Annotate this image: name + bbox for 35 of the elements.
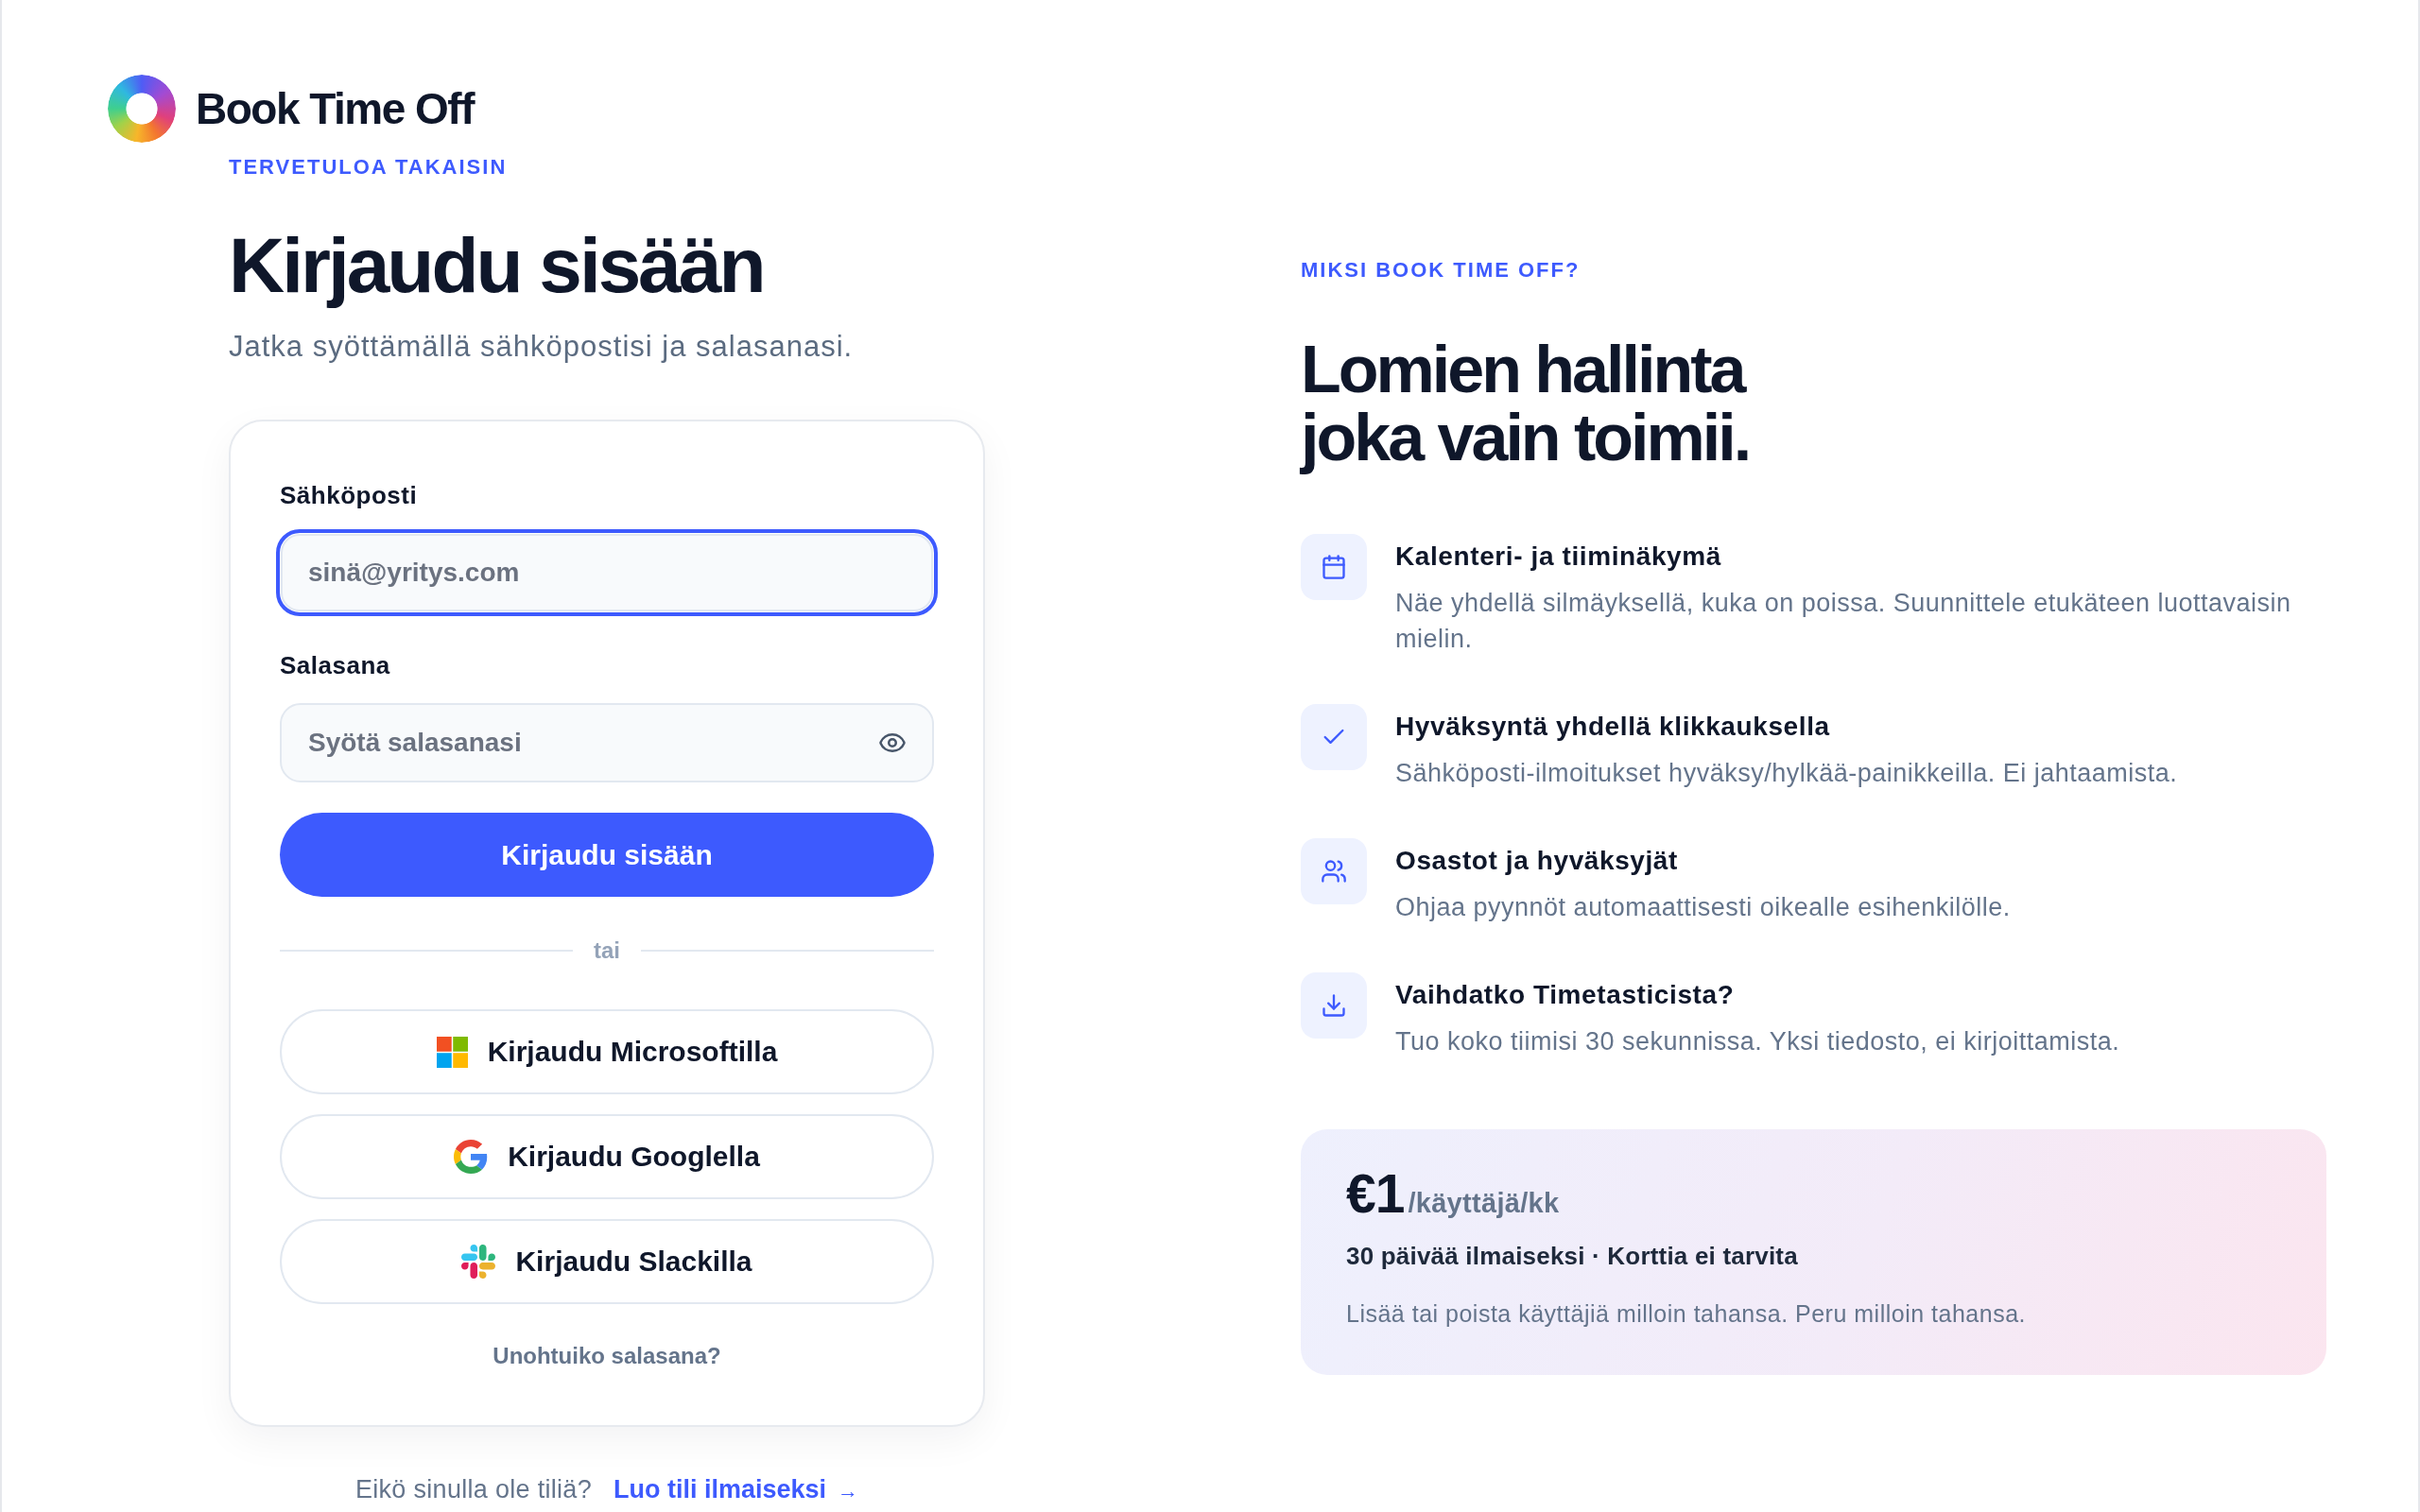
provider-sign-in-button[interactable]: Kirjaudu Microsoftilla: [280, 1009, 934, 1094]
signup-link[interactable]: Luo tili ilmaiseksi →: [614, 1473, 859, 1507]
field-label: Sähköposti: [280, 480, 418, 510]
forgot-password-link[interactable]: Unohtuiko salasana?: [493, 1342, 721, 1370]
slack-logo-icon: [461, 1245, 496, 1279]
signup-prompt: Eikö sinulla ole tiliä?: [354, 1474, 592, 1505]
pricing-headline: 30 päivää ilmaiseksi · Korttia ei tarvita: [1346, 1241, 1798, 1271]
feature-title: Kalenteri- ja tiiminäkymä: [1395, 541, 1721, 573]
eyebrow-label: TERVETULOA TAKAISIN: [229, 155, 508, 180]
provider-sign-in-button[interactable]: Kirjaudu Googlella: [280, 1114, 934, 1199]
field-label: Salasana: [280, 650, 390, 680]
page-subtitle: Jatka syöttämällä sähköpostisi ja salasanasi.: [229, 330, 854, 364]
price-unit: /käyttäjä/kk: [1408, 1188, 1560, 1219]
feature-title: Osastot ja hyväksyjät: [1395, 845, 1678, 877]
feature-title: Hyväksyntä yhdellä klikkauksella: [1395, 711, 1830, 743]
pricing-note: Lisää tai poista käyttäjiä milloin tahansa. Peru milloin tahansa.: [1346, 1299, 2026, 1328]
brand-name: Book Time Off: [196, 87, 474, 130]
users-icon: [1301, 838, 1367, 904]
calendar-icon: [1301, 534, 1367, 600]
check-icon: [1301, 704, 1367, 770]
sign-in-button[interactable]: Kirjaudu sisään: [280, 813, 934, 897]
email-input[interactable]: sinä@yritys.com: [276, 529, 938, 616]
eyebrow-label: MIKSI BOOK TIME OFF?: [1301, 258, 1581, 283]
feature-description: Tuo koko tiimisi 30 sekunnissa. Yksi tiedosto, ei kirjoittamista.: [1395, 1026, 2121, 1057]
divider-label: tai: [594, 936, 620, 965]
feature-title: Vaihdatko Timetasticista?: [1395, 979, 1735, 1011]
provider-sign-in-button[interactable]: Kirjaudu Slackilla: [280, 1219, 934, 1304]
feature-description: Sähköposti-ilmoitukset hyväksy/hylkää-painikkeilla. Ei jahtaamista.: [1395, 758, 2179, 789]
google-logo-icon: [454, 1140, 489, 1174]
download-icon: [1301, 972, 1367, 1039]
feature-description: Ohjaa pyynnöt automaattisesti oikealle esihenkilölle.: [1395, 892, 2012, 923]
password-input[interactable]: Syötä salasanasi: [280, 703, 934, 782]
microsoft-logo-icon: [436, 1036, 468, 1068]
price-amount: €1: [1346, 1167, 1405, 1221]
feature-description: Näe yhdellä silmäyksellä, kuka on poissa. Suunnittele etukäteen luottavaisin mielin.: [1395, 588, 2292, 655]
